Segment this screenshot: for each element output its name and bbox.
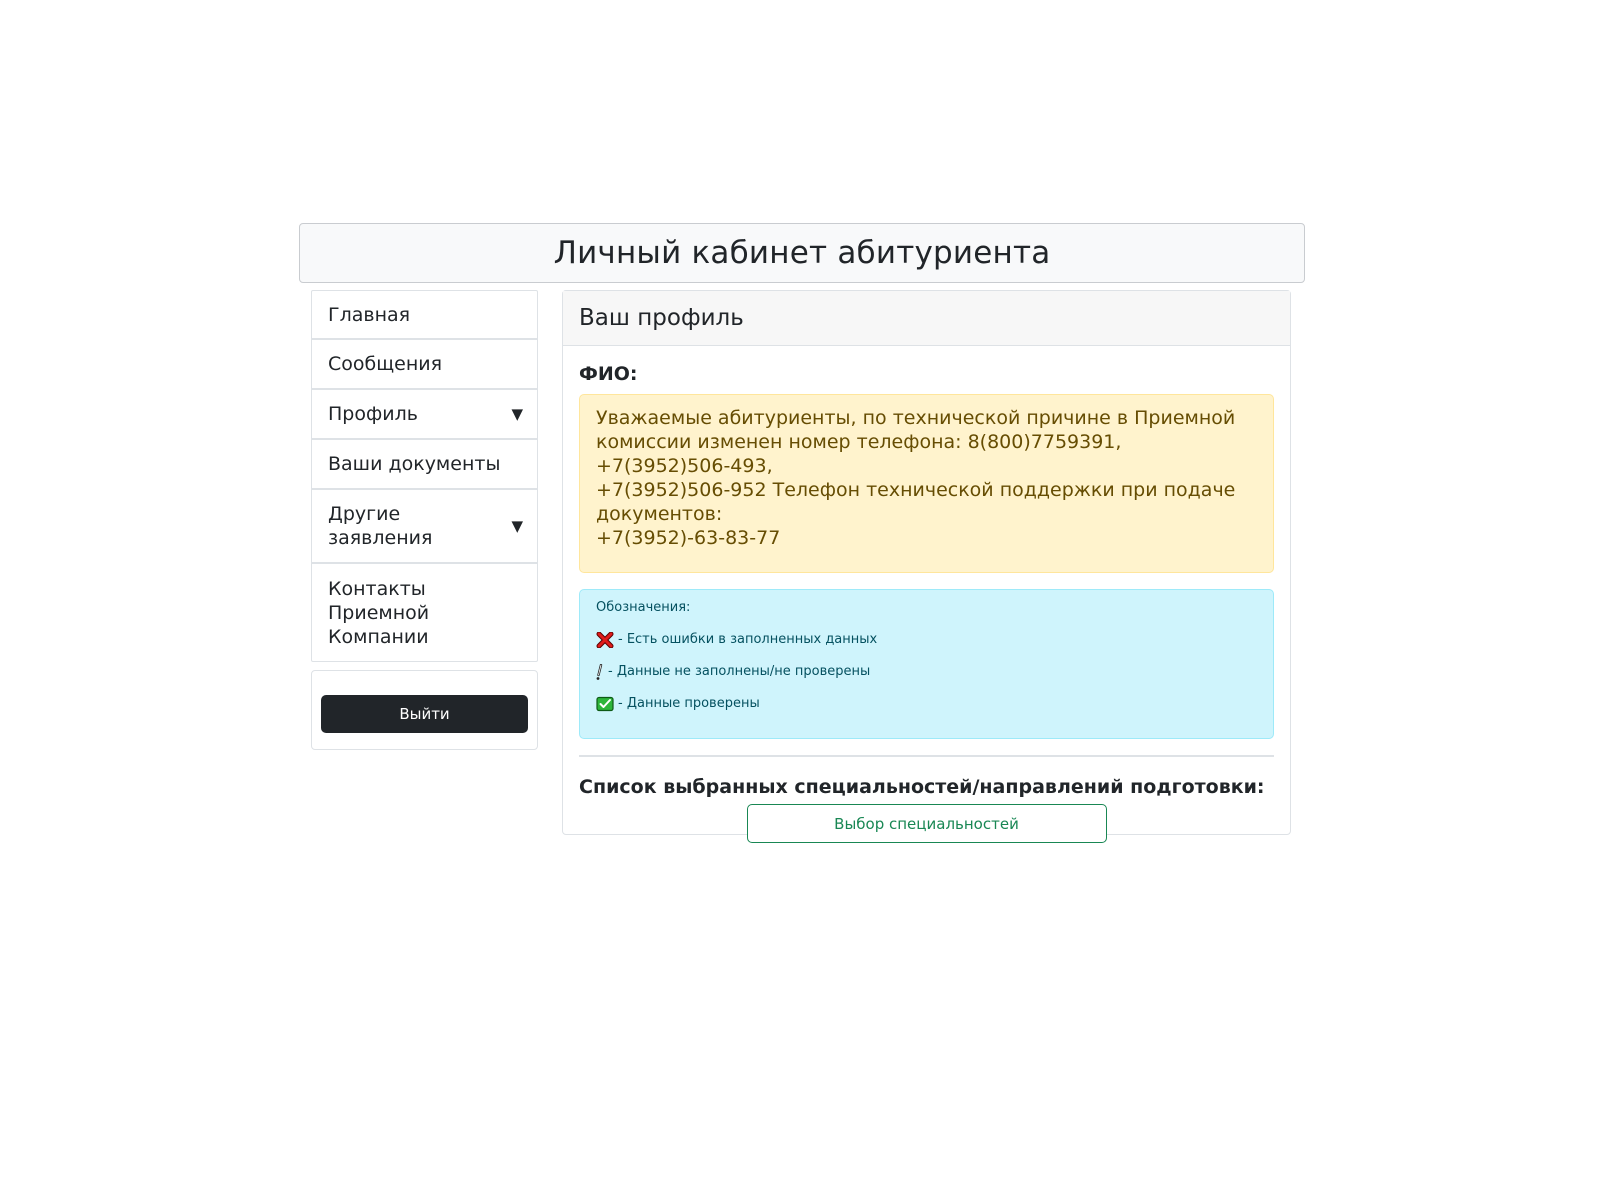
legend-alert: Обозначения: - Есть ошибки в заполненных…: [579, 589, 1274, 739]
legend-item: - Данные не заполнены/не проверены: [596, 663, 1257, 681]
sidebar-item-label: Сообщения: [328, 353, 443, 375]
sidebar-item-profile[interactable]: Профиль ▼: [312, 390, 537, 440]
divider: [579, 755, 1274, 757]
sidebar: Главная Сообщения Профиль ▼ Ваши докумен…: [311, 290, 538, 750]
exclamation-icon: [596, 663, 606, 681]
notice-line: +7(3952)-63-83-77: [596, 527, 781, 549]
green-check-icon: [596, 695, 616, 713]
sidebar-item-messages[interactable]: Сообщения: [312, 340, 537, 390]
sidebar-item-label: Профиль: [328, 403, 418, 425]
legend-text: - Есть ошибки в заполненных данных: [618, 632, 878, 647]
card-body: ФИО: Уважаемые абитуриенты, по техническ…: [563, 346, 1290, 843]
legend-item: - Есть ошибки в заполненных данных: [596, 631, 1257, 649]
legend-item: - Данные проверены: [596, 695, 1257, 713]
profile-card: Ваш профиль ФИО: Уважаемые абитуриенты, …: [562, 290, 1291, 843]
legend-text: - Данные проверены: [618, 696, 760, 711]
logout-card: Выйти: [311, 670, 538, 750]
notice-line: +7(3952)506-952 Телефон технической подд…: [596, 479, 1236, 501]
sidebar-item-contacts[interactable]: Контакты Приемной Компании: [312, 564, 537, 661]
choose-specialties-button[interactable]: Выбор специальностей: [746, 804, 1107, 843]
card-title: Ваш профиль: [563, 291, 1290, 346]
sidebar-item-label: Главная: [328, 303, 411, 326]
sidebar-item-home[interactable]: Главная: [312, 291, 537, 340]
notice-line: Уважаемые абитуриенты, по технической пр…: [596, 407, 1236, 429]
specialties-list-title: Список выбранных специальностей/направле…: [579, 776, 1265, 798]
notice-line: документов:: [596, 503, 723, 525]
legend-title: Обозначения:: [596, 600, 691, 615]
notice-alert: Уважаемые абитуриенты, по технической пр…: [579, 394, 1274, 573]
caret-down-icon: ▼: [511, 405, 523, 423]
caret-down-icon: ▼: [511, 517, 523, 535]
sidebar-nav: Главная Сообщения Профиль ▼ Ваши докумен…: [311, 290, 538, 662]
page-title: Личный кабинет абитуриента: [553, 235, 1051, 271]
notice-line: комиссии изменен номер телефона: 8(800)7…: [596, 431, 1122, 477]
fio-label: ФИО:: [579, 363, 638, 385]
legend-text: - Данные не заполнены/не проверены: [608, 664, 871, 679]
sidebar-item-label: Контакты Приемной Компании: [328, 577, 430, 648]
page-header: Личный кабинет абитуриента: [299, 223, 1305, 283]
sidebar-item-other-applications[interactable]: Другие заявления ▼: [312, 490, 537, 564]
logout-button[interactable]: Выйти: [321, 695, 528, 733]
choose-wrap: Выбор специальностей: [579, 804, 1274, 843]
red-cross-icon: [596, 631, 616, 649]
sidebar-item-label: Ваши документы: [328, 453, 501, 475]
sidebar-item-label: Другие заявления: [328, 503, 433, 549]
sidebar-item-documents[interactable]: Ваши документы: [312, 440, 537, 490]
